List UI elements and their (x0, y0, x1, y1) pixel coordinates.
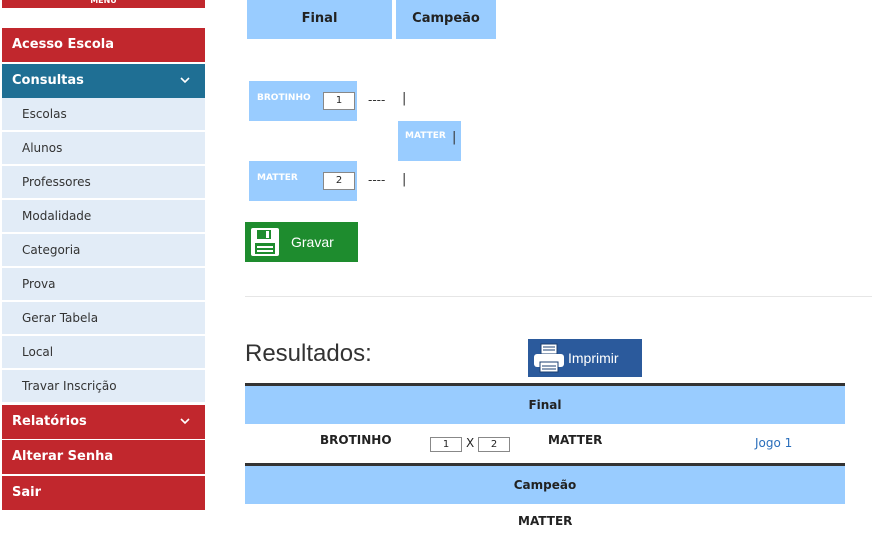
sidebar-item-label: Travar Inscrição (22, 379, 117, 393)
match-separator: X (466, 436, 475, 450)
menu-alterar-senha-label: Alterar Senha (12, 449, 114, 464)
sidebar-item-label: Modalidade (22, 209, 92, 223)
results-campeao-header-label: Campeão (513, 478, 577, 492)
bracket-connector: ---- (368, 173, 386, 187)
menu-acesso-escola[interactable]: Acesso Escola (2, 28, 205, 62)
sidebar-item-label: Professores (22, 175, 91, 189)
gravar-button-label: Gravar (291, 234, 334, 250)
sidebar-item-modalidade[interactable]: Modalidade (2, 200, 205, 233)
bracket-team-1: BROTINHO 1 (249, 81, 357, 121)
match-away-score: 2 (478, 437, 510, 452)
match-home-team: BROTINHO (320, 433, 392, 447)
results-final-header-label: Final (528, 398, 562, 412)
imprimir-button[interactable]: Imprimir (528, 339, 642, 377)
menu-relatorios[interactable]: Relatórios (2, 405, 205, 439)
bracket-team-1-score-input[interactable]: 1 (323, 92, 355, 110)
bracket-line: | (452, 130, 457, 145)
sidebar-item-label: Alunos (22, 141, 63, 155)
menu-relatorios-label: Relatórios (12, 414, 87, 429)
results-title: Resultados: (245, 340, 372, 367)
sidebar: MENU Acesso Escola Consultas Escolas Alu… (2, 0, 205, 510)
bracket-line: | (402, 91, 407, 106)
sidebar-item-label: Prova (22, 277, 56, 291)
imprimir-button-label: Imprimir (568, 350, 619, 366)
bracket-connector: ---- (368, 93, 386, 107)
match-home-score: 1 (430, 437, 462, 452)
match-link[interactable]: Jogo 1 (755, 436, 792, 450)
sidebar-item-professores[interactable]: Professores (2, 166, 205, 199)
bracket-team-2: MATTER 2 (249, 161, 357, 201)
sidebar-item-local[interactable]: Local (2, 336, 205, 369)
menu-consultas-label: Consultas (12, 73, 84, 88)
tab-campeao[interactable]: Campeão (396, 0, 496, 39)
menu-sair-label: Sair (12, 485, 42, 500)
menu-header: MENU (2, 0, 205, 8)
tab-campeao-label: Campeão (412, 11, 480, 26)
menu-acesso-escola-label: Acesso Escola (12, 37, 115, 52)
save-icon (250, 227, 280, 260)
gravar-button[interactable]: Gravar (245, 222, 358, 262)
menu-alterar-senha[interactable]: Alterar Senha (2, 440, 205, 474)
bracket-winner-name: MATTER (405, 131, 446, 141)
sidebar-item-label: Gerar Tabela (22, 311, 99, 325)
sidebar-item-categoria[interactable]: Categoria (2, 234, 205, 267)
sidebar-item-alunos[interactable]: Alunos (2, 132, 205, 165)
sidebar-item-label: Escolas (22, 107, 67, 121)
tab-final-label: Final (301, 11, 338, 26)
menu-consultas[interactable]: Consultas (2, 64, 205, 98)
sidebar-item-label: Local (22, 345, 54, 359)
sidebar-item-label: Categoria (22, 243, 81, 257)
sidebar-item-prova[interactable]: Prova (2, 268, 205, 301)
divider (245, 296, 872, 297)
results-final-header: Final (245, 383, 845, 424)
sidebar-item-gerar-tabela[interactable]: Gerar Tabela (2, 302, 205, 335)
bracket-team-1-name: BROTINHO (257, 93, 311, 103)
sidebar-item-escolas[interactable]: Escolas (2, 98, 205, 131)
bracket-winner: MATTER | (398, 121, 461, 161)
bracket-line: | (402, 172, 407, 187)
champion-name: MATTER (518, 514, 573, 528)
bracket-team-2-name: MATTER (257, 173, 298, 183)
tab-final[interactable]: Final (247, 0, 392, 39)
sidebar-item-travar-inscricao[interactable]: Travar Inscrição (2, 370, 205, 403)
results-campeao-header: Campeão (245, 463, 845, 504)
match-away-team: MATTER (548, 433, 603, 447)
printer-icon (532, 342, 566, 377)
menu-sair[interactable]: Sair (2, 476, 205, 510)
bracket-team-2-score-input[interactable]: 2 (323, 172, 355, 190)
